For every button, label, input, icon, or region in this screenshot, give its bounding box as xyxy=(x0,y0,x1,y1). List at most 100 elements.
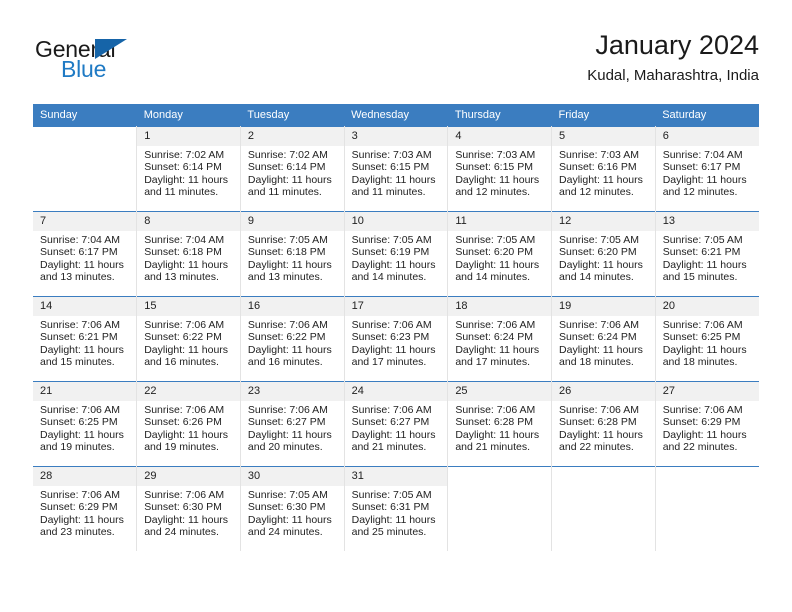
day-details: Sunrise: 7:04 AM Sunset: 6:17 PM Daylight:… xyxy=(656,146,759,199)
sunrise-text: Sunrise: 7:04 AM xyxy=(662,149,743,161)
day-details: Sunrise: 7:06 AM Sunset: 6:22 PM Daylight:… xyxy=(241,316,344,369)
daylight-text: Daylight: 11 hours and 16 minutes. xyxy=(144,343,229,369)
daylight-text: Daylight: 11 hours and 17 minutes. xyxy=(455,343,540,369)
daylight-text: Daylight: 11 hours and 21 minutes. xyxy=(351,428,436,454)
calendar-day-cell[interactable]: 24 Sunrise: 7:06 AM Sunset: 6:27 PM Dayligh… xyxy=(343,381,449,467)
daylight-text: Daylight: 11 hours and 12 minutes. xyxy=(662,173,747,199)
calendar-body: 1 Sunrise: 7:02 AM Sunset: 6:14 PM Daylight… xyxy=(33,126,759,551)
calendar-header-row: Sunday Monday Tuesday Wednesday Thursday… xyxy=(33,104,759,127)
sunset-text: Sunset: 6:19 PM xyxy=(351,246,430,259)
calendar-day-cell[interactable]: 23 Sunrise: 7:06 AM Sunset: 6:27 PM Dayligh… xyxy=(239,381,345,467)
general-blue-logo[interactable]: General Blue xyxy=(33,36,253,94)
calendar-day-cell[interactable]: 7 Sunrise: 7:04 AM Sunset: 6:17 PM Daylight… xyxy=(33,211,138,297)
calendar-day-cell[interactable]: 20 Sunrise: 7:06 AM Sunset: 6:25 PM Dayligh… xyxy=(654,296,759,382)
day-number xyxy=(552,467,655,486)
day-number: 26 xyxy=(552,382,655,401)
calendar-day-cell[interactable]: 10 Sunrise: 7:05 AM Sunset: 6:19 PM Dayligh… xyxy=(343,211,449,297)
sunrise-text: Sunrise: 7:02 AM xyxy=(144,149,225,161)
calendar-day-cell[interactable]: 5 Sunrise: 7:03 AM Sunset: 6:16 PM Daylight… xyxy=(551,126,656,212)
day-number: 28 xyxy=(33,467,137,486)
day-number: 29 xyxy=(137,467,240,486)
day-details: Sunrise: 7:06 AM Sunset: 6:27 PM Daylight:… xyxy=(241,401,344,454)
calendar-day-cell[interactable]: 18 Sunrise: 7:06 AM Sunset: 6:24 PM Dayligh… xyxy=(447,296,553,382)
sunrise-text: Sunrise: 7:05 AM xyxy=(559,234,639,246)
calendar-day-cell[interactable]: 17 Sunrise: 7:06 AM Sunset: 6:23 PM Dayligh… xyxy=(343,296,449,382)
calendar-day-cell[interactable]: 13 Sunrise: 7:05 AM Sunset: 6:21 PM Dayligh… xyxy=(654,211,759,297)
weekday-header-saturday: Saturday xyxy=(655,104,759,127)
daylight-text: Daylight: 11 hours and 12 minutes. xyxy=(559,173,643,199)
weekday-header-tuesday: Tuesday xyxy=(240,104,345,127)
calendar-day-cell[interactable]: 6 Sunrise: 7:04 AM Sunset: 6:17 PM Daylight… xyxy=(654,126,759,212)
daylight-text: Daylight: 11 hours and 22 minutes. xyxy=(559,428,643,454)
sunset-text: Sunset: 6:15 PM xyxy=(455,161,533,174)
day-details: Sunrise: 7:05 AM Sunset: 6:31 PM Daylight:… xyxy=(345,486,448,539)
sunset-text: Sunset: 6:27 PM xyxy=(351,416,430,429)
day-details: Sunrise: 7:06 AM Sunset: 6:25 PM Daylight:… xyxy=(33,401,136,454)
daylight-text: Daylight: 11 hours and 18 minutes. xyxy=(559,343,643,369)
calendar-day-cell[interactable]: 25 Sunrise: 7:06 AM Sunset: 6:28 PM Dayligh… xyxy=(447,381,553,467)
calendar-day-cell[interactable]: 12 Sunrise: 7:05 AM Sunset: 6:20 PM Dayligh… xyxy=(551,211,656,297)
day-number xyxy=(33,127,137,146)
calendar-day-cell[interactable]: 26 Sunrise: 7:06 AM Sunset: 6:28 PM Dayligh… xyxy=(551,381,656,467)
daylight-text: Daylight: 11 hours and 25 minutes. xyxy=(351,513,436,539)
sunrise-text: Sunrise: 7:06 AM xyxy=(662,319,743,331)
day-details: Sunrise: 7:06 AM Sunset: 6:26 PM Daylight:… xyxy=(137,401,240,454)
day-number: 6 xyxy=(655,127,759,146)
day-number: 3 xyxy=(344,127,448,146)
daylight-text: Daylight: 11 hours and 19 minutes. xyxy=(144,428,229,454)
calendar-day-cell[interactable]: 16 Sunrise: 7:06 AM Sunset: 6:22 PM Dayligh… xyxy=(239,296,345,382)
day-number: 2 xyxy=(240,127,344,146)
sunset-text: Sunset: 6:18 PM xyxy=(247,246,326,259)
day-number: 21 xyxy=(33,382,137,401)
calendar-day-cell[interactable]: 15 Sunrise: 7:06 AM Sunset: 6:22 PM Dayligh… xyxy=(136,296,241,382)
day-number: 13 xyxy=(655,212,759,231)
calendar-empty-cell xyxy=(654,466,759,551)
calendar-empty-cell xyxy=(551,466,656,551)
calendar-grid: Sunday Monday Tuesday Wednesday Thursday… xyxy=(33,104,759,551)
calendar-day-cell[interactable]: 28 Sunrise: 7:06 AM Sunset: 6:29 PM Dayligh… xyxy=(33,466,138,551)
page-subtitle: Kudal, Maharashtra, India xyxy=(587,67,759,84)
sunrise-text: Sunrise: 7:05 AM xyxy=(455,234,536,246)
calendar-day-cell[interactable]: 29 Sunrise: 7:06 AM Sunset: 6:30 PM Dayligh… xyxy=(136,466,241,551)
sunrise-text: Sunrise: 7:04 AM xyxy=(40,234,120,246)
calendar-day-cell[interactable]: 30 Sunrise: 7:05 AM Sunset: 6:30 PM Dayligh… xyxy=(239,466,345,551)
day-number: 30 xyxy=(240,467,344,486)
daylight-text: Daylight: 11 hours and 18 minutes. xyxy=(662,343,747,369)
calendar-day-cell[interactable]: 11 Sunrise: 7:05 AM Sunset: 6:20 PM Dayligh… xyxy=(447,211,553,297)
daylight-text: Daylight: 11 hours and 14 minutes. xyxy=(455,258,540,284)
calendar-day-cell[interactable]: 3 Sunrise: 7:03 AM Sunset: 6:15 PM Daylight… xyxy=(343,126,449,212)
calendar-day-cell[interactable]: 8 Sunrise: 7:04 AM Sunset: 6:18 PM Daylight… xyxy=(136,211,241,297)
daylight-text: Daylight: 11 hours and 24 minutes. xyxy=(144,513,229,539)
calendar-day-cell[interactable]: 2 Sunrise: 7:02 AM Sunset: 6:14 PM Daylight… xyxy=(239,126,345,212)
day-details: Sunrise: 7:03 AM Sunset: 6:15 PM Daylight:… xyxy=(448,146,551,199)
calendar-day-cell[interactable]: 9 Sunrise: 7:05 AM Sunset: 6:18 PM Daylight… xyxy=(239,211,345,297)
sunset-text: Sunset: 6:14 PM xyxy=(144,161,222,174)
daylight-text: Daylight: 11 hours and 22 minutes. xyxy=(662,428,747,454)
day-details: Sunrise: 7:02 AM Sunset: 6:14 PM Daylight:… xyxy=(137,146,240,199)
day-number xyxy=(448,467,552,486)
day-details: Sunrise: 7:06 AM Sunset: 6:23 PM Daylight:… xyxy=(345,316,448,369)
calendar-day-cell[interactable]: 14 Sunrise: 7:06 AM Sunset: 6:21 PM Dayligh… xyxy=(33,296,138,382)
calendar-page: General Blue January 2024 Kudal, Maharas… xyxy=(0,0,792,612)
sunrise-text: Sunrise: 7:04 AM xyxy=(144,234,225,246)
sunrise-text: Sunrise: 7:06 AM xyxy=(40,319,120,331)
calendar-day-cell[interactable]: 4 Sunrise: 7:03 AM Sunset: 6:15 PM Daylight… xyxy=(447,126,553,212)
day-details: Sunrise: 7:06 AM Sunset: 6:24 PM Daylight:… xyxy=(448,316,551,369)
calendar-day-cell[interactable]: 1 Sunrise: 7:02 AM Sunset: 6:14 PM Daylight… xyxy=(136,126,241,212)
weekday-header-friday: Friday xyxy=(551,104,656,127)
sunrise-text: Sunrise: 7:06 AM xyxy=(144,489,225,501)
sunset-text: Sunset: 6:21 PM xyxy=(40,331,118,344)
calendar-day-cell[interactable]: 19 Sunrise: 7:06 AM Sunset: 6:24 PM Dayligh… xyxy=(551,296,656,382)
calendar-day-cell[interactable]: 27 Sunrise: 7:06 AM Sunset: 6:29 PM Dayligh… xyxy=(654,381,759,467)
day-number: 31 xyxy=(344,467,448,486)
day-details: Sunrise: 7:06 AM Sunset: 6:29 PM Daylight:… xyxy=(33,486,136,539)
day-number: 25 xyxy=(448,382,552,401)
day-number: 5 xyxy=(552,127,655,146)
calendar-day-cell[interactable]: 31 Sunrise: 7:05 AM Sunset: 6:31 PM Dayligh… xyxy=(343,466,449,551)
calendar-day-cell[interactable]: 22 Sunrise: 7:06 AM Sunset: 6:26 PM Dayligh… xyxy=(136,381,241,467)
sunrise-text: Sunrise: 7:06 AM xyxy=(247,404,328,416)
sunrise-text: Sunrise: 7:05 AM xyxy=(247,234,328,246)
calendar-day-cell[interactable]: 21 Sunrise: 7:06 AM Sunset: 6:25 PM Dayligh… xyxy=(33,381,138,467)
daylight-text: Daylight: 11 hours and 19 minutes. xyxy=(40,428,124,454)
day-details: Sunrise: 7:03 AM Sunset: 6:16 PM Daylight:… xyxy=(552,146,655,199)
